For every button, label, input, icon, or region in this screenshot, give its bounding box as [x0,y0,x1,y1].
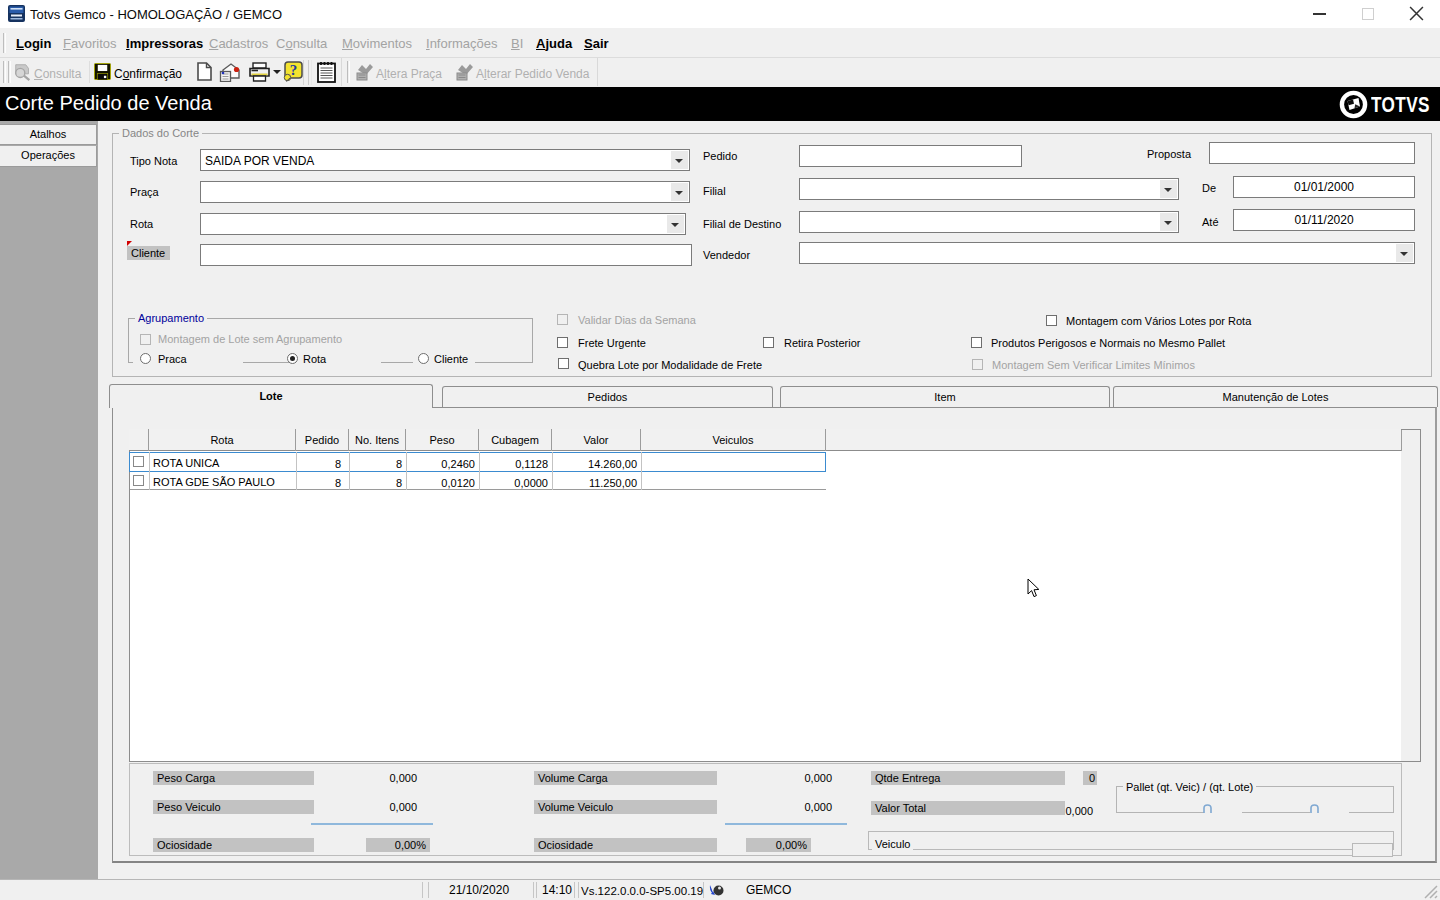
svg-text:?: ? [290,62,298,78]
